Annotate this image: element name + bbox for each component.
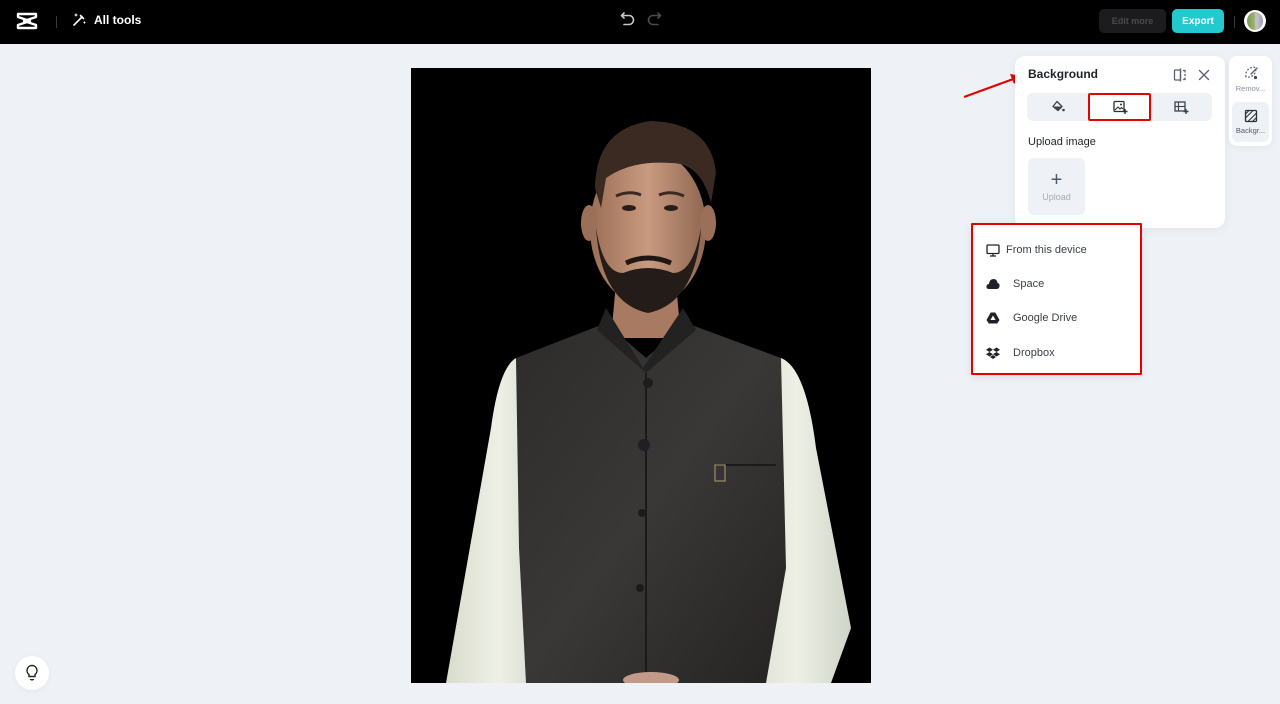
menu-item-from-this-device[interactable]: From this device (985, 239, 1130, 261)
paint-bucket-icon (1052, 100, 1065, 112)
menu-item-label: From this device (1006, 244, 1087, 256)
right-tool-rail: Remov... Backgr... (1229, 56, 1272, 146)
portrait-illustration (446, 121, 851, 683)
upload-source-menu: From this device Space Google Drive Drop… (971, 223, 1142, 375)
menu-item-google-drive[interactable]: Google Drive (985, 307, 1130, 329)
rail-label: Remov... (1235, 84, 1266, 93)
image-add-icon (1112, 100, 1127, 114)
panel-title: Background (1028, 67, 1099, 81)
magic-wand-icon (73, 13, 86, 26)
topbar-divider (56, 16, 57, 28)
template-add-icon (1174, 101, 1189, 114)
background-icon (1244, 109, 1257, 123)
top-bar: All tools Edit more Export (0, 0, 1280, 44)
topbar-divider (1234, 16, 1235, 28)
background-type-tabs (1027, 93, 1212, 121)
close-icon[interactable] (1196, 67, 1212, 83)
canvas-image[interactable] (411, 68, 871, 683)
all-tools-button[interactable]: All tools (72, 12, 141, 27)
plus-icon: + (1050, 168, 1063, 191)
tips-button[interactable] (15, 656, 49, 690)
tab-color[interactable] (1027, 93, 1089, 121)
rail-item-remove-background[interactable]: Remov... (1232, 59, 1269, 99)
monitor-icon (985, 242, 1001, 258)
user-avatar[interactable] (1244, 10, 1266, 32)
edit-more-button[interactable]: Edit more (1099, 9, 1166, 33)
export-button[interactable]: Export (1172, 9, 1224, 33)
tab-template[interactable] (1150, 93, 1212, 121)
rail-label: Backgr... (1235, 126, 1266, 135)
undo-icon[interactable] (619, 10, 637, 28)
upload-tile-label: Upload (1042, 191, 1071, 202)
remove-background-icon (1244, 66, 1258, 80)
compare-icon[interactable] (1172, 67, 1188, 83)
background-panel: Background Upload image + Upload (1015, 56, 1225, 228)
capcut-logo-icon[interactable] (16, 11, 38, 31)
rail-item-background[interactable]: Backgr... (1232, 102, 1269, 142)
cloud-icon (985, 276, 1001, 292)
dropbox-icon (985, 345, 1001, 361)
menu-item-dropbox[interactable]: Dropbox (985, 342, 1130, 364)
menu-item-label: Space (1013, 278, 1045, 290)
avatar-image (1247, 12, 1263, 30)
menu-item-space[interactable]: Space (985, 273, 1130, 295)
menu-item-label: Dropbox (1013, 347, 1055, 359)
upload-button[interactable]: + Upload (1028, 158, 1085, 215)
google-drive-icon (985, 310, 1001, 326)
tab-image[interactable] (1087, 93, 1152, 121)
lightbulb-icon (26, 664, 38, 681)
all-tools-label: All tools (94, 12, 142, 27)
upload-image-label: Upload image (1028, 136, 1096, 148)
redo-icon[interactable] (645, 10, 663, 28)
menu-item-label: Google Drive (1013, 312, 1078, 324)
